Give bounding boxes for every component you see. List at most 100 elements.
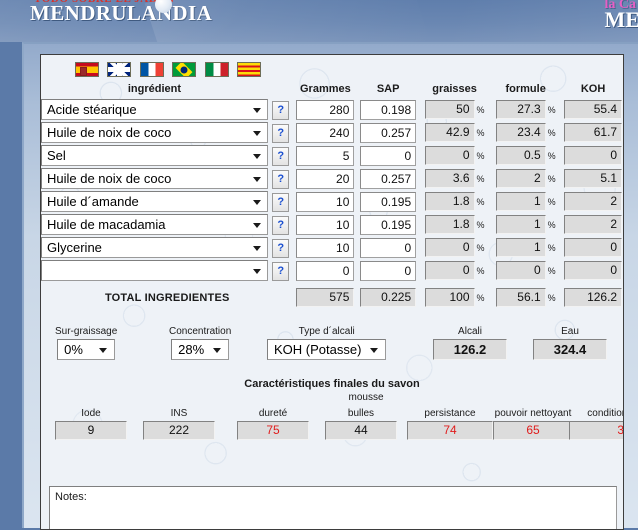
- ingredient-select[interactable]: Acide stéarique: [41, 99, 268, 120]
- formule-cell: 1%: [490, 190, 561, 213]
- formule-cell: 27.3%: [490, 98, 561, 121]
- flag-italy-icon[interactable]: [204, 62, 229, 78]
- ingredient-select[interactable]: Huile de noix de coco: [41, 122, 268, 143]
- ingredient-select[interactable]: [41, 260, 268, 281]
- eau-group: Eau 324.4: [533, 326, 607, 360]
- percent-sign: %: [547, 242, 556, 253]
- koh-cell: 0: [561, 236, 623, 259]
- grammes-input[interactable]: 20: [296, 168, 355, 189]
- chevron-down-icon: [213, 348, 222, 353]
- formule-value: 0: [495, 261, 546, 280]
- percent-sign: %: [476, 104, 485, 115]
- ingredient-help-button[interactable]: ?: [272, 261, 290, 281]
- sap-cell: 0: [357, 144, 419, 167]
- koh-cell: 2: [561, 213, 623, 236]
- grammes-input[interactable]: 240: [296, 122, 355, 143]
- totals-grammes-cell: 575: [294, 282, 358, 308]
- table-row: Glycerine? 10 0 0% 1% 0: [41, 236, 623, 259]
- flag-france-icon[interactable]: [139, 62, 164, 78]
- grammes-input[interactable]: 10: [296, 214, 355, 235]
- alcali-type-select[interactable]: KOH (Potasse): [267, 339, 387, 360]
- ingredient-help-button[interactable]: ?: [272, 100, 290, 120]
- graisses-cell: 0%: [419, 259, 490, 282]
- flag-catalonia-icon[interactable]: [237, 62, 262, 78]
- ingredient-select-value: Huile d´amande: [47, 194, 139, 209]
- concentration-select[interactable]: 28%: [171, 339, 230, 360]
- ingredient-select[interactable]: Huile de noix de coco: [41, 168, 268, 189]
- percent-sign: %: [476, 219, 485, 230]
- site-banner: TODO SOBRE EL JABON MENDRULANDIA la Ca M…: [0, 0, 638, 42]
- ingredient-select[interactable]: Huile d´amande: [41, 191, 268, 212]
- formule-cell: 2%: [490, 167, 561, 190]
- totals-sap-cell: 0.225: [357, 282, 419, 308]
- characteristics-title: Caractéristiques finales du savon: [244, 378, 420, 390]
- ingredient-cell: Huile de macadamia: [41, 213, 268, 236]
- alcali-type-group: Type d´alcali KOH (Potasse): [267, 326, 387, 360]
- flag-spain-icon[interactable]: [75, 62, 99, 78]
- grammes-input[interactable]: 10: [296, 191, 355, 212]
- koh-cell: 2: [561, 190, 623, 213]
- sap-input[interactable]: 0.257: [360, 122, 417, 143]
- characteristic-value: 35: [569, 421, 623, 440]
- percent-sign: %: [547, 196, 556, 207]
- ingredient-help-button[interactable]: ?: [272, 169, 290, 189]
- characteristic-1: Iode 9: [55, 408, 127, 440]
- grammes-input[interactable]: 5: [296, 145, 355, 166]
- koh-value: 55.4: [564, 100, 623, 119]
- koh-value: 0: [564, 238, 623, 257]
- sap-input[interactable]: 0: [360, 260, 417, 281]
- ingredients-table: ingrédient Grammes SAP graisses formule …: [41, 83, 623, 308]
- totals-graisses: 100: [424, 288, 475, 307]
- percent-sign: %: [476, 127, 485, 138]
- eau-value: 324.4: [533, 339, 607, 360]
- table-row: Sel? 5 0 0% 0.5% 0: [41, 144, 623, 167]
- characteristic-value: 9: [55, 421, 127, 440]
- graisses-cell: 3.6%: [419, 167, 490, 190]
- ingredient-help-button[interactable]: ?: [272, 192, 290, 212]
- ingredient-select[interactable]: Sel: [41, 145, 268, 166]
- sap-input[interactable]: 0.198: [360, 99, 417, 120]
- grammes-cell: 10: [294, 236, 358, 259]
- surgraissage-value: 0%: [64, 342, 83, 357]
- grammes-input[interactable]: 10: [296, 237, 355, 258]
- sap-input[interactable]: 0.195: [360, 191, 417, 212]
- characteristic-value: 65: [493, 421, 573, 440]
- ingredient-select[interactable]: Glycerine: [41, 237, 268, 258]
- flag-brazil-icon[interactable]: [172, 62, 197, 78]
- characteristic-6: pouvoir nettoyant 65: [493, 408, 573, 440]
- ingredient-help-button[interactable]: ?: [272, 238, 290, 258]
- sap-input[interactable]: 0: [360, 145, 417, 166]
- surgraissage-group: Sur-graissage 0%: [55, 326, 117, 360]
- ingredient-rows: Acide stéarique? 280 0.198 50% 27.3% 55.4 Huil…: [41, 98, 623, 282]
- percent-sign: %: [547, 104, 556, 115]
- formule-cell: 1%: [490, 213, 561, 236]
- surgraissage-select[interactable]: 0%: [57, 339, 116, 360]
- grammes-cell: 280: [294, 98, 358, 121]
- grammes-input[interactable]: 0: [296, 260, 355, 281]
- flag-uk-icon[interactable]: [107, 62, 132, 78]
- sap-input[interactable]: 0.257: [360, 168, 417, 189]
- koh-cell: 61.7: [561, 121, 623, 144]
- ingredient-cell: Huile de noix de coco: [41, 121, 268, 144]
- alcali-value: 126.2: [433, 339, 507, 360]
- ingredient-select[interactable]: Huile de macadamia: [41, 214, 268, 235]
- notes-textarea[interactable]: Notes:: [49, 486, 617, 529]
- sap-input[interactable]: 0.195: [360, 214, 417, 235]
- formule-value: 0.5: [495, 146, 546, 165]
- koh-value: 2: [564, 215, 623, 234]
- site-logo[interactable]: TODO SOBRE EL JABON MENDRULANDIA: [30, 0, 212, 24]
- chevron-down-icon: [252, 177, 261, 182]
- grammes-input[interactable]: 280: [296, 99, 355, 120]
- graisses-value: 3.6: [424, 169, 475, 188]
- secondary-logo[interactable]: la Ca ME: [605, 0, 638, 31]
- chevron-down-icon: [252, 200, 261, 205]
- ingredient-help-button[interactable]: ?: [272, 146, 290, 166]
- grammes-cell: 5: [294, 144, 358, 167]
- sap-cell: 0.257: [357, 121, 419, 144]
- sap-input[interactable]: 0: [360, 237, 417, 258]
- ingredient-help-button[interactable]: ?: [272, 123, 290, 143]
- table-row: Huile de noix de coco? 240 0.257 42.9% 23.4%…: [41, 121, 623, 144]
- graisses-cell: 50%: [419, 98, 490, 121]
- ingredient-help-button[interactable]: ?: [272, 215, 290, 235]
- formule-value: 1: [495, 238, 546, 257]
